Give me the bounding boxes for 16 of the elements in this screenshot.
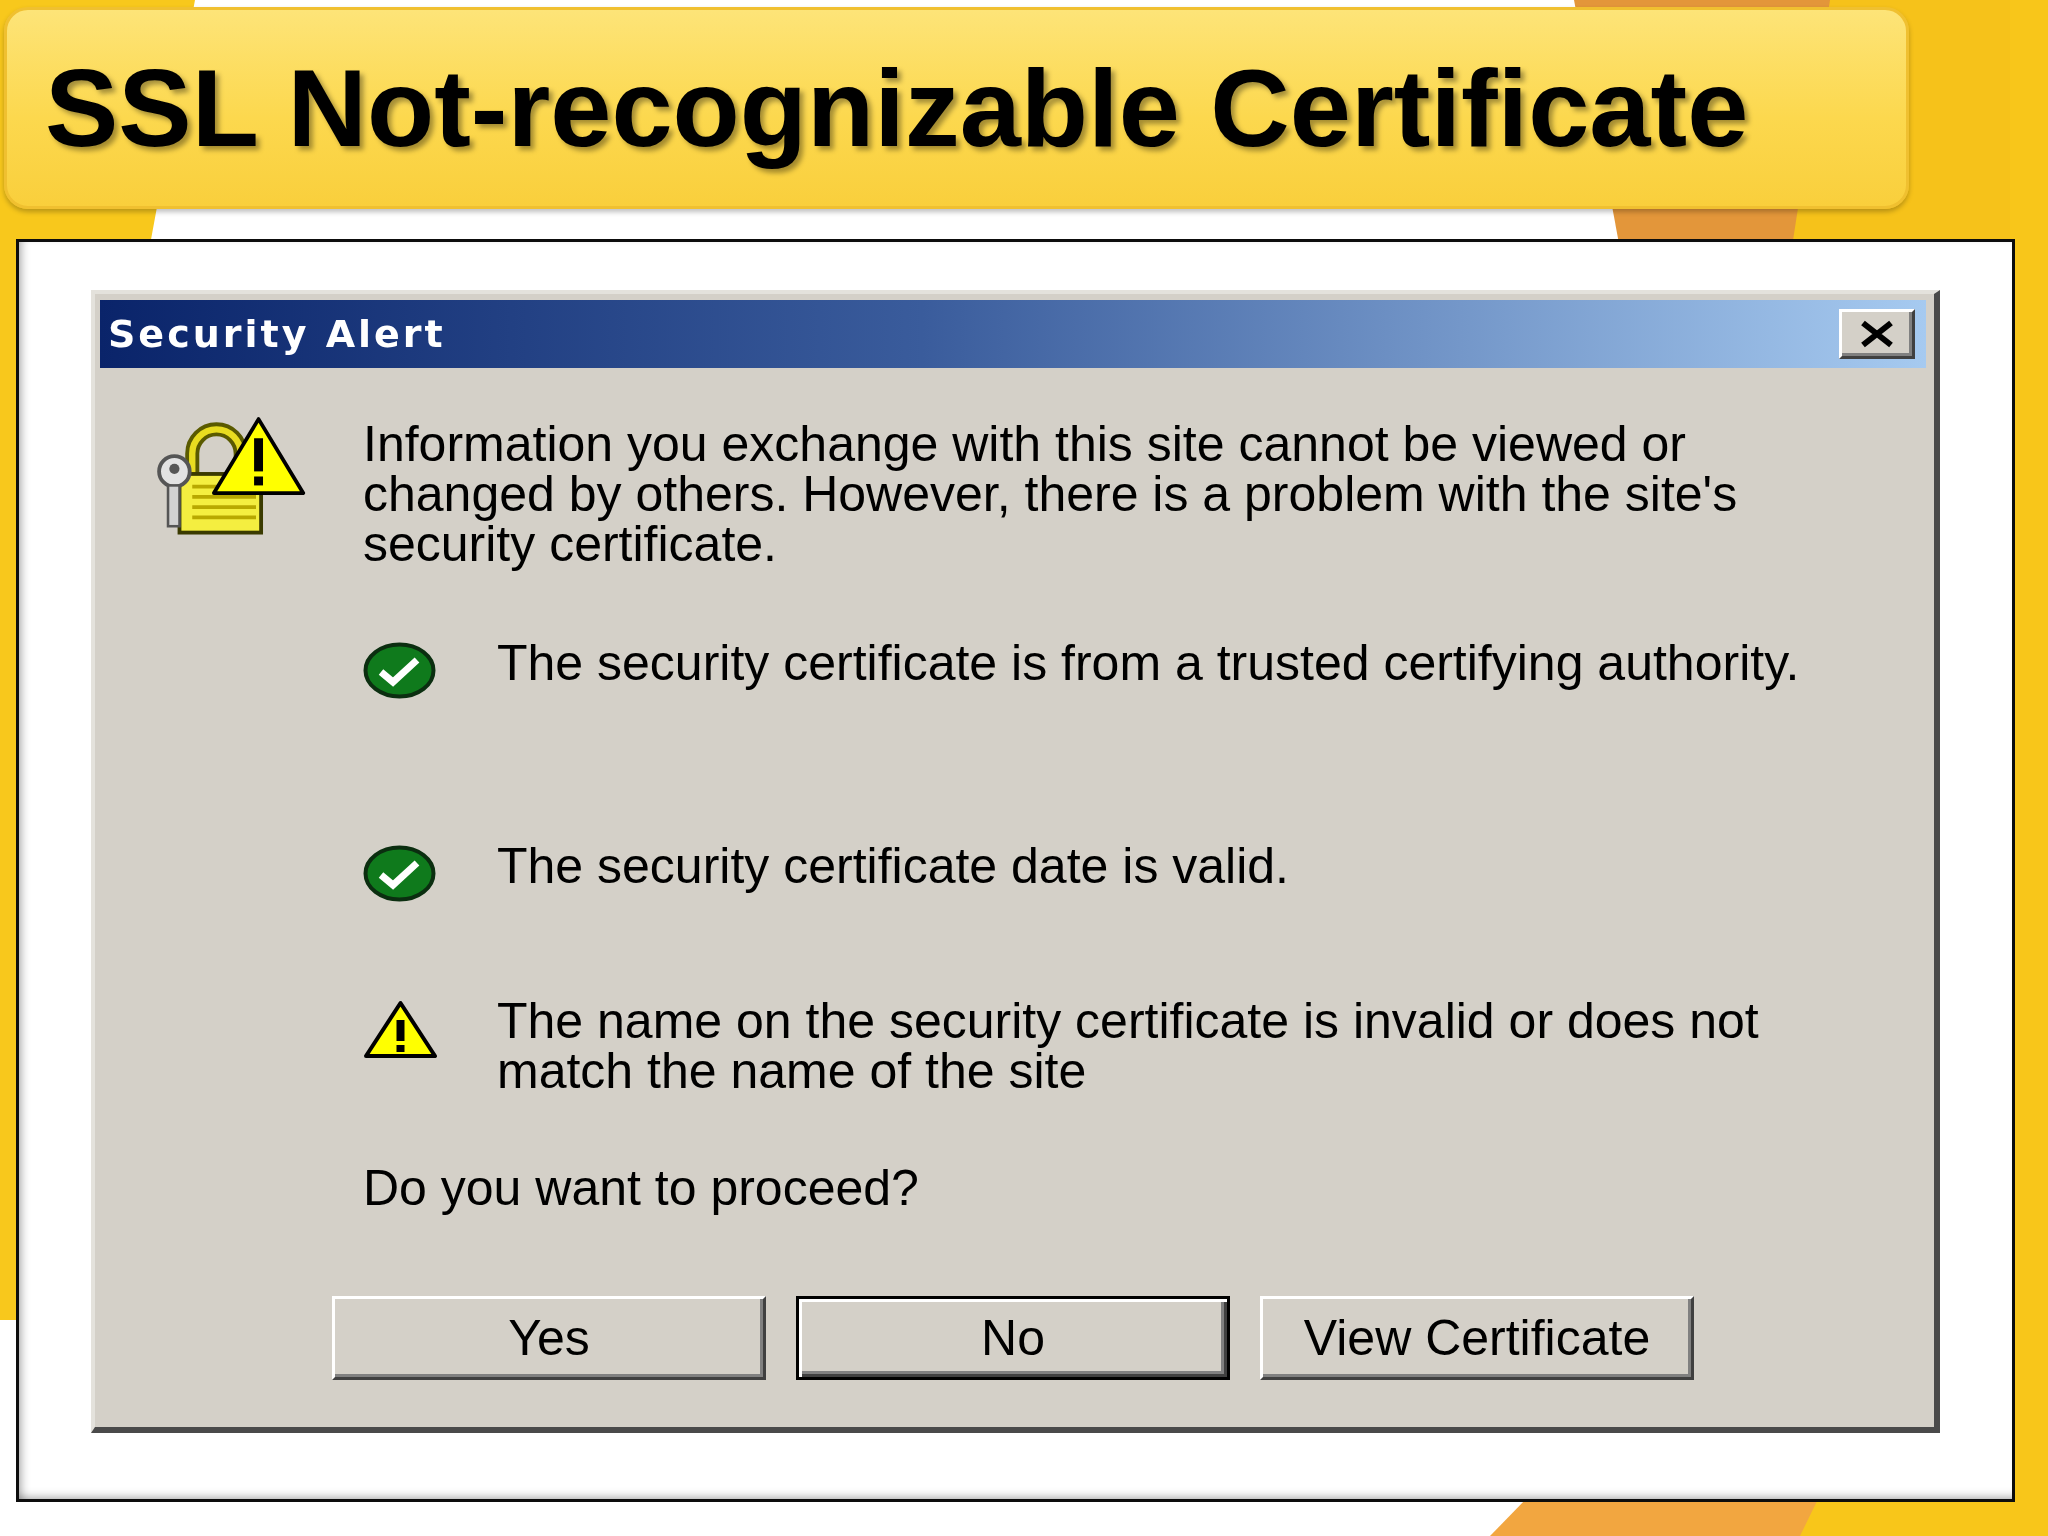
check-text: The security certificate is from a trusted certifying authority. [497, 638, 1800, 692]
dialog-button[interactable]: No [796, 1296, 1230, 1380]
check-circle-icon [363, 845, 436, 902]
prompt-text: Do you want to proceed? [363, 1163, 920, 1217]
check-circle-icon [363, 642, 436, 699]
check-text: The name on the security certificate is invalid or does not match the name of the site [497, 996, 1760, 1100]
padlock-warning-icon [154, 415, 307, 538]
dialog-button[interactable]: View Certificate [1260, 1296, 1694, 1380]
close-icon [1860, 320, 1894, 348]
warning-icon [363, 1000, 438, 1060]
slide-title: SSL Not-recognizable Certificate [45, 44, 1749, 171]
alert-message: Information you exchange with this site cannot be viewed or changed by others. However, there is a problem with the site's security certificate. [363, 419, 1739, 573]
check-text: The security certificate date is valid. [497, 841, 1289, 895]
window-title: Security Alert [108, 312, 446, 356]
dialog-button[interactable]: Yes [332, 1296, 766, 1380]
close-button[interactable] [1839, 309, 1915, 359]
